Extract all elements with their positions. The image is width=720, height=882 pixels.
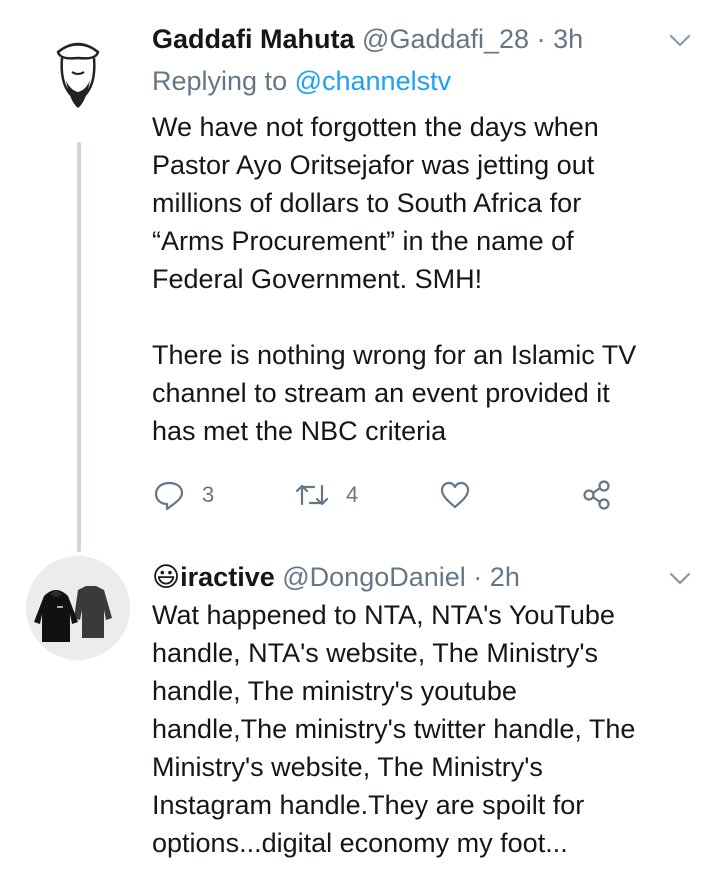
tweet-header: Gaddafi Mahuta @Gaddafi_28 · 3h: [152, 22, 630, 56]
body-line: handle, NTA's website, The Ministry's: [152, 638, 598, 668]
display-name[interactable]: iractive: [180, 562, 275, 592]
tweet-body: We have not forgotten the days when Past…: [152, 108, 712, 450]
emoji-grinning-icon: 😃: [152, 562, 181, 592]
separator-dot: ·: [536, 24, 546, 54]
reply-button[interactable]: 3: [152, 478, 214, 512]
body-line: Wat happened to NTA, NTA's YouTube: [152, 600, 615, 630]
chevron-down-icon[interactable]: [666, 26, 694, 54]
tweet-time[interactable]: 2h: [490, 562, 520, 592]
tweet-body: Wat happened to NTA, NTA's YouTube handl…: [152, 596, 712, 862]
tweet-iractive[interactable]: 😃iractive @DongoDaniel · 2h Wat happened…: [0, 556, 720, 882]
body-line: handle,The ministry's twitter handle, Th…: [152, 714, 636, 744]
user-handle[interactable]: @Gaddafi_28: [362, 24, 529, 54]
avatar-iractive[interactable]: [26, 556, 130, 660]
body-line: millions of dollars to South Africa for: [152, 188, 582, 218]
share-button[interactable]: [580, 478, 614, 512]
avatar-jackets-icon: [26, 556, 130, 660]
avatar-gaddafi[interactable]: [26, 22, 130, 126]
avatar-sketch-icon: [26, 22, 130, 126]
retweet-count: 4: [346, 482, 359, 507]
replying-to-label: Replying to: [152, 66, 295, 96]
body-line: Instagram handle.They are spoilt for: [152, 790, 585, 820]
body-line: has met the NBC criteria: [152, 416, 447, 446]
tweet-time[interactable]: 3h: [553, 24, 583, 54]
tweet-header: 😃iractive @DongoDaniel · 2h: [152, 560, 630, 594]
body-line: handle, The ministry's youtube: [152, 676, 517, 706]
thread-line: [77, 142, 81, 552]
tweet-gaddafi[interactable]: Gaddafi Mahuta @Gaddafi_28 · 3h Replying…: [0, 0, 720, 560]
display-name[interactable]: Gaddafi Mahuta: [152, 24, 355, 54]
body-line: channel to stream an event provided it: [152, 378, 610, 408]
user-handle[interactable]: @DongoDaniel: [282, 562, 466, 592]
chevron-down-icon[interactable]: [666, 564, 694, 592]
replying-to: Replying to @channelstv: [152, 64, 451, 98]
separator-dot: ·: [473, 562, 483, 592]
replying-to-handle-link[interactable]: @channelstv: [295, 66, 452, 96]
body-line: Ministry's website, The Ministry's: [152, 752, 543, 782]
like-icon: [440, 481, 470, 509]
body-line: There is nothing wrong for an Islamic TV: [152, 340, 637, 370]
body-line-blank: [152, 298, 712, 336]
body-line: options...digital economy my foot...: [152, 828, 568, 858]
body-line: Federal Government. SMH!: [152, 264, 483, 294]
reply-icon: [154, 481, 184, 511]
body-line: “Arms Procurement” in the name of: [152, 226, 574, 256]
share-icon: [583, 480, 610, 510]
body-line: We have not forgotten the days when: [152, 112, 599, 142]
retweet-button[interactable]: 4: [294, 478, 358, 512]
retweet-icon: [295, 484, 329, 506]
tweet-actions: 3 4: [152, 478, 622, 514]
like-button[interactable]: [438, 478, 488, 512]
reply-count: 3: [202, 482, 215, 507]
body-line: Pastor Ayo Oritsejafor was jetting out: [152, 150, 595, 180]
